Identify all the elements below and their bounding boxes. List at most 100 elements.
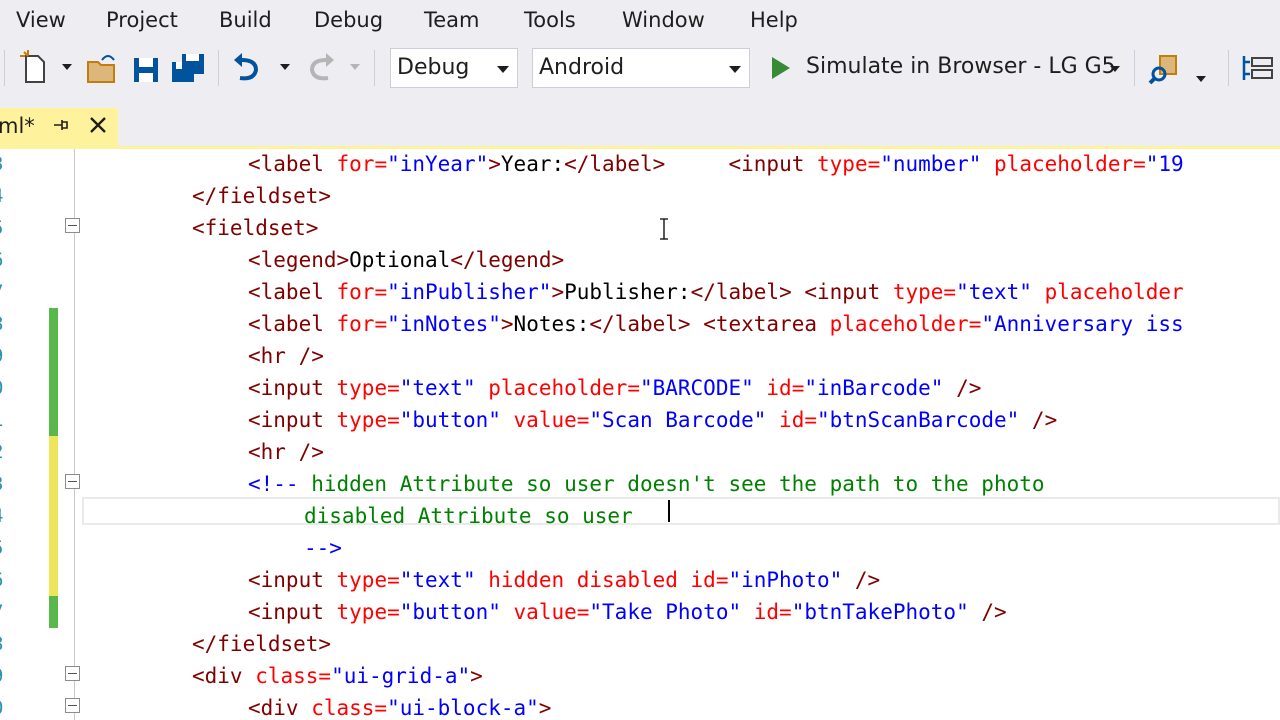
code-token: > <box>488 152 501 176</box>
unsaved-change-marker <box>49 500 58 532</box>
solution-configuration-value: Debug <box>397 55 470 80</box>
code-text: <input type="button" value="Take Photo" … <box>248 599 1007 625</box>
code-token: /> <box>1031 408 1058 432</box>
code-line[interactable]: 9 <div class="ui-grid-a"> <box>0 664 1280 697</box>
code-token: > <box>538 696 552 720</box>
code-line[interactable]: 8 </fieldset> <box>0 631 1280 665</box>
line-number: 8 <box>0 633 12 655</box>
undo-icon <box>234 53 259 81</box>
menu-team[interactable]: Team <box>424 6 480 34</box>
find-in-files-button[interactable] <box>1146 48 1184 88</box>
toggle-outline-button[interactable] <box>1240 48 1278 88</box>
line-number: 9 <box>0 665 12 687</box>
undo-button[interactable] <box>230 48 268 88</box>
menu-debug[interactable]: Debug <box>314 6 383 34</box>
code-line[interactable]: 3 <label for="inYear">Year:</label> <inpu… <box>0 152 1280 185</box>
solution-configuration-combo[interactable]: Debug <box>390 48 518 88</box>
code-line[interactable]: 3 <!-- hidden Attribute so user doesn't s… <box>0 468 1280 505</box>
code-line[interactable]: 9 <hr /> <box>0 340 1280 377</box>
unsaved-change-marker <box>49 532 58 564</box>
unsaved-change-marker <box>49 564 58 596</box>
menu-view[interactable]: View <box>16 6 66 34</box>
code-token: /> <box>981 600 1007 624</box>
run-target-button[interactable]: Simulate in Browser - LG G5 <box>766 48 1126 88</box>
code-line[interactable]: 0 <input type="text" placeholder="BARCODE… <box>0 372 1280 409</box>
solution-platform-combo[interactable]: Android <box>532 48 750 88</box>
menu-tools[interactable]: Tools <box>524 6 576 34</box>
code-token: </legend> <box>450 248 565 272</box>
document-tab[interactable]: ml* <box>0 108 118 146</box>
collapse-icon[interactable] <box>65 474 80 489</box>
unsaved-change-marker <box>49 436 58 468</box>
line-number: 5 <box>0 537 12 559</box>
menu-help[interactable]: Help <box>750 6 798 34</box>
code-token: hidden Attribute so user doesn't see the… <box>298 472 1045 496</box>
code-token: <legend> <box>248 248 350 272</box>
save-button[interactable] <box>128 48 166 88</box>
code-token: for= <box>336 152 388 176</box>
code-line[interactable]: 7 <label for="inPublisher">Publisher:</la… <box>0 280 1280 313</box>
code-text: <label for="inNotes">Notes:</label> <tex… <box>248 311 1184 337</box>
code-token: value= <box>513 408 590 432</box>
pin-icon[interactable] <box>52 116 70 134</box>
new-item-button[interactable] <box>18 48 56 88</box>
collapse-icon[interactable] <box>65 218 80 233</box>
undo-dropdown-arrow[interactable] <box>280 64 290 70</box>
line-number: 6 <box>0 569 12 591</box>
line-number: 8 <box>0 313 12 335</box>
line-number: 6 <box>0 249 12 271</box>
menu-window[interactable]: Window <box>622 6 705 34</box>
toolbar: Debug Android Simulate in Browser - LG G… <box>0 40 1280 96</box>
code-token: "Anniversary iss <box>981 312 1184 336</box>
new-item-dropdown-arrow[interactable] <box>62 64 72 70</box>
code-token: placeholder <box>1044 280 1184 304</box>
menu-project[interactable]: Project <box>106 6 178 34</box>
run-target-dropdown-arrow[interactable] <box>1110 66 1120 72</box>
save-all-button[interactable] <box>170 48 208 88</box>
code-token: disabled Attribute so user <box>304 504 633 528</box>
code-line[interactable]: 7 <input type="button" value="Take Photo"… <box>0 596 1280 633</box>
line-number: 0 <box>0 377 12 399</box>
code-token: <div <box>192 664 256 688</box>
code-line[interactable]: 5 --> <box>0 532 1280 569</box>
code-line[interactable]: 6 <legend>Optional</legend> <box>0 248 1280 281</box>
toolbar-separator <box>218 50 219 86</box>
redo-button[interactable] <box>302 48 340 88</box>
code-token: "text" <box>399 376 489 400</box>
code-token: type= <box>336 376 400 400</box>
code-line[interactable]: 1 <input type="button" value="Scan Barcod… <box>0 404 1280 441</box>
line-number: 7 <box>0 601 12 623</box>
code-text: </fieldset> <box>192 631 331 657</box>
outline-icon <box>1242 56 1273 80</box>
menu-build[interactable]: Build <box>219 6 272 34</box>
code-editor[interactable]: 3<label for="inYear">Year:</label> <inpu… <box>0 149 1280 720</box>
code-text: <input type="text" hidden disabled id="i… <box>248 567 880 593</box>
code-text: <!-- hidden Attribute so user doesn't se… <box>248 471 1045 497</box>
code-token: placeholder= <box>994 152 1146 176</box>
close-icon[interactable] <box>88 115 108 135</box>
code-text: disabled Attribute so user <box>304 503 633 529</box>
code-token: id= <box>779 408 817 432</box>
code-line[interactable]: 8 <label for="inNotes">Notes:</label> <te… <box>0 308 1280 345</box>
code-token: "text" <box>956 280 1045 304</box>
toolbar-overflow-arrow[interactable] <box>1196 76 1206 82</box>
code-token: </label> <box>564 152 666 176</box>
redo-dropdown-arrow[interactable] <box>350 64 360 70</box>
code-line[interactable]: 5 <fieldset> <box>0 215 1280 249</box>
open-file-button[interactable] <box>84 48 122 88</box>
code-token: --> <box>304 536 342 560</box>
code-text: <fieldset> <box>192 215 318 241</box>
code-line[interactable]: 0 <div class="ui-block-a"> <box>0 696 1280 720</box>
collapse-icon[interactable] <box>65 698 80 713</box>
code-token: "BARCODE" <box>639 376 767 400</box>
code-token: </label> <input <box>690 280 893 304</box>
code-line[interactable]: 4 </fieldset> <box>0 184 1280 217</box>
ibeam-cursor-icon <box>660 218 668 240</box>
code-token: id= <box>766 376 805 400</box>
code-line[interactable]: 6 <input type="text" hidden disabled id="… <box>0 564 1280 601</box>
code-token: "inYear" <box>387 152 489 176</box>
code-line[interactable]: 4 disabled Attribute so user <box>0 500 1280 537</box>
collapse-icon[interactable] <box>65 666 80 681</box>
code-line[interactable]: 2 <hr /> <box>0 436 1280 473</box>
